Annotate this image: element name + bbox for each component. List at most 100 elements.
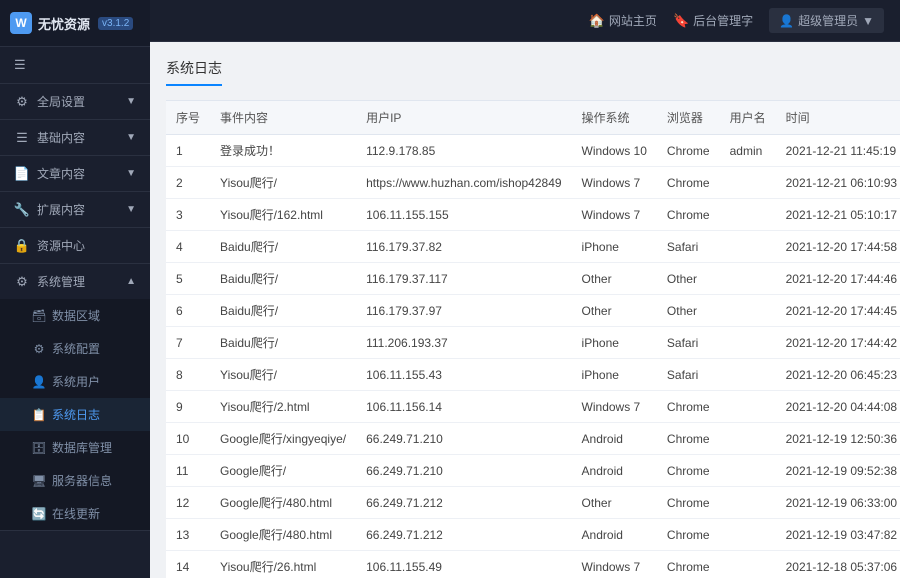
sidebar-item-extended-content[interactable]: 🔧 扩展内容 ▼	[0, 192, 150, 227]
data-area-icon: 🗃	[32, 309, 46, 323]
manage-link-label: 后台管理字	[693, 12, 753, 29]
cell-time: 2021-12-20 17:44:46	[776, 263, 900, 295]
cell-time: 2021-12-18 05:37:06	[776, 551, 900, 578]
sidebar-item-data-management[interactable]: 🗄 数据库管理	[0, 431, 150, 464]
update-icon: 🔄	[32, 507, 46, 521]
table-row: 4Baidu爬行/116.179.37.82iPhoneSafari2021-1…	[166, 231, 900, 263]
col-id: 序号	[166, 101, 210, 135]
user-icon: 👤	[779, 14, 794, 28]
cell-event: Yisou爬行/162.html	[210, 199, 356, 231]
cell-browser: Chrome	[657, 423, 720, 455]
cell-ip: https://www.huzhan.com/ishop42849	[356, 167, 571, 199]
cell-time: 2021-12-19 06:33:00	[776, 487, 900, 519]
cell-os: Other	[572, 295, 657, 327]
sidebar-item-data-area[interactable]: 🗃 数据区域	[0, 299, 150, 332]
sidebar-item-server-info[interactable]: 🖥 服务器信息	[0, 464, 150, 497]
sidebar-item-label: 全局设置	[37, 93, 126, 110]
table-header-row: 序号 事件内容 用户IP 操作系统 浏览器 用户名 时间	[166, 101, 900, 135]
content-area: 系统日志 序号 事件内容 用户IP 操作系统 浏览器 用户名 时间 1登录成功！…	[150, 42, 900, 578]
logo-icon: W	[10, 12, 32, 34]
cell-username	[720, 167, 776, 199]
manage-link[interactable]: 🔖 后台管理字	[673, 12, 753, 29]
cell-username	[720, 231, 776, 263]
cell-os: iPhone	[572, 327, 657, 359]
admin-user-menu[interactable]: 👤 超级管理员 ▼	[769, 8, 884, 33]
sidebar-item-basic-content[interactable]: ☰ 基础内容 ▼	[0, 120, 150, 155]
cell-username	[720, 551, 776, 578]
table-row: 7Baidu爬行/111.206.193.37iPhoneSafari2021-…	[166, 327, 900, 359]
cell-event: Baidu爬行/	[210, 295, 356, 327]
cell-ip: 116.179.37.97	[356, 295, 571, 327]
cell-username	[720, 199, 776, 231]
cell-id: 8	[166, 359, 210, 391]
home-link[interactable]: 🏠 网站主页	[589, 12, 657, 29]
cell-ip: 106.11.156.14	[356, 391, 571, 423]
cell-browser: Safari	[657, 231, 720, 263]
cell-event: Yisou爬行/2.html	[210, 391, 356, 423]
server-icon: 🖥	[32, 474, 46, 488]
cell-username	[720, 391, 776, 423]
cell-id: 7	[166, 327, 210, 359]
cell-ip: 66.249.71.212	[356, 519, 571, 551]
col-username: 用户名	[720, 101, 776, 135]
cell-id: 5	[166, 263, 210, 295]
config-icon: ⚙	[32, 342, 46, 356]
cell-username	[720, 327, 776, 359]
col-event: 事件内容	[210, 101, 356, 135]
sidebar: W 无忧资源 v3.1.2 ☰ ⚙ 全局设置 ▼ ☰ 基础内容 ▼ 📄 文章内容	[0, 0, 150, 578]
main-area: 🏠 网站主页 🔖 后台管理字 👤 超级管理员 ▼ 系统日志 序号 事件内容 用户…	[150, 0, 900, 578]
col-time: 时间	[776, 101, 900, 135]
cell-username	[720, 455, 776, 487]
sidebar-item-label: 文章内容	[37, 165, 126, 182]
sidebar-item-label: 资源中心	[37, 237, 136, 254]
sidebar-item-global-settings[interactable]: ⚙ 全局设置 ▼	[0, 84, 150, 119]
admin-label: 超级管理员	[798, 12, 858, 29]
table-row: 5Baidu爬行/116.179.37.117OtherOther2021-12…	[166, 263, 900, 295]
col-browser: 浏览器	[657, 101, 720, 135]
home-icon: 🏠	[589, 13, 605, 29]
cell-id: 9	[166, 391, 210, 423]
cell-ip: 112.9.178.85	[356, 135, 571, 167]
cell-browser: Chrome	[657, 199, 720, 231]
sidebar-item-label: 系统管理	[37, 273, 126, 290]
cell-browser: Chrome	[657, 487, 720, 519]
arrow-icon: ▼	[126, 96, 136, 107]
sidebar-item-system-logs[interactable]: 📋 系统日志	[0, 398, 150, 431]
cell-browser: Chrome	[657, 519, 720, 551]
cell-time: 2021-12-20 06:45:23	[776, 359, 900, 391]
cell-os: Windows 7	[572, 391, 657, 423]
page-title: 系统日志	[166, 60, 222, 76]
cell-os: iPhone	[572, 359, 657, 391]
sidebar-item-system-management[interactable]: ⚙ 系统管理 ▲	[0, 264, 150, 299]
table-row: 8Yisou爬行/106.11.155.43iPhoneSafari2021-1…	[166, 359, 900, 391]
cell-event: Baidu爬行/	[210, 263, 356, 295]
cell-time: 2021-12-21 05:10:17	[776, 199, 900, 231]
sidebar-item-system-users[interactable]: 👤 系统用户	[0, 365, 150, 398]
hamburger-button[interactable]: ☰	[0, 47, 150, 84]
cell-browser: Chrome	[657, 391, 720, 423]
sidebar-item-label: 扩展内容	[37, 201, 126, 218]
cell-time: 2021-12-21 11:45:19	[776, 135, 900, 167]
table-row: 14Yisou爬行/26.html106.11.155.49Windows 7C…	[166, 551, 900, 578]
manage-icon: 🔖	[673, 13, 689, 29]
cell-event: Google爬行/480.html	[210, 487, 356, 519]
cell-id: 12	[166, 487, 210, 519]
sidebar-item-resource-center[interactable]: 🔒 资源中心	[0, 228, 150, 263]
cell-event: 登录成功！	[210, 135, 356, 167]
db-icon: 🗄	[32, 441, 46, 455]
sidebar-item-system-config[interactable]: ⚙ 系统配置	[0, 332, 150, 365]
table-row: 6Baidu爬行/116.179.37.97OtherOther2021-12-…	[166, 295, 900, 327]
sidebar-item-label: 在线更新	[52, 505, 100, 522]
cell-time: 2021-12-20 17:44:58	[776, 231, 900, 263]
table-row: 12Google爬行/480.html66.249.71.212OtherChr…	[166, 487, 900, 519]
sidebar-item-online-update[interactable]: 🔄 在线更新	[0, 497, 150, 530]
cell-username	[720, 519, 776, 551]
cell-ip: 66.249.71.212	[356, 487, 571, 519]
cell-time: 2021-12-21 06:10:93	[776, 167, 900, 199]
table-row: 2Yisou爬行/https://www.huzhan.com/ishop428…	[166, 167, 900, 199]
cell-username	[720, 295, 776, 327]
page-title-bar: 系统日志	[166, 58, 222, 86]
sidebar-item-text-content[interactable]: 📄 文章内容 ▼	[0, 156, 150, 191]
table-row: 9Yisou爬行/2.html106.11.156.14Windows 7Chr…	[166, 391, 900, 423]
arrow-icon: ▼	[126, 132, 136, 143]
